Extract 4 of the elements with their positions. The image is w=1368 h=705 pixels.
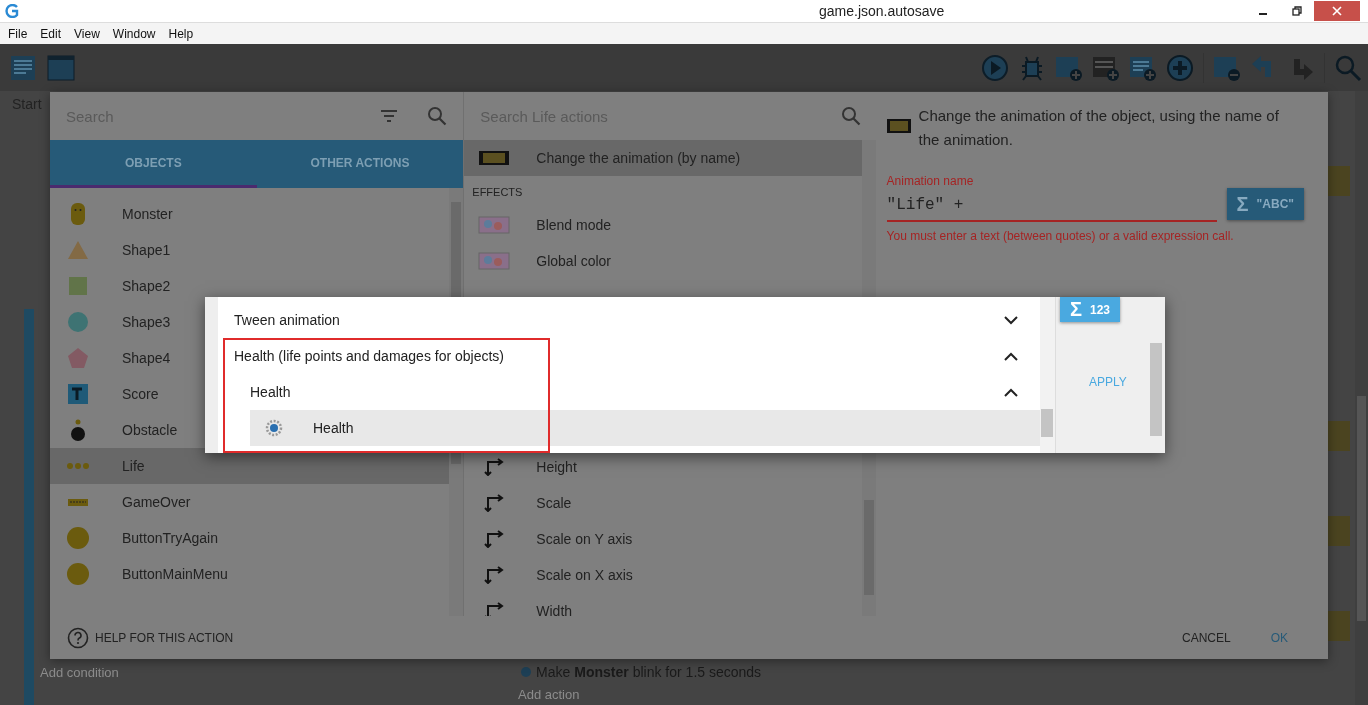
action-description: Change the animation of the object, using the name of the animation. [918, 106, 1280, 150]
section-header: EFFECTS [471, 184, 524, 200]
error-message: You must enter a text (between quotes) or a valid expression call. [886, 230, 1235, 242]
window-title: game.json.autosave [819, 3, 945, 19]
